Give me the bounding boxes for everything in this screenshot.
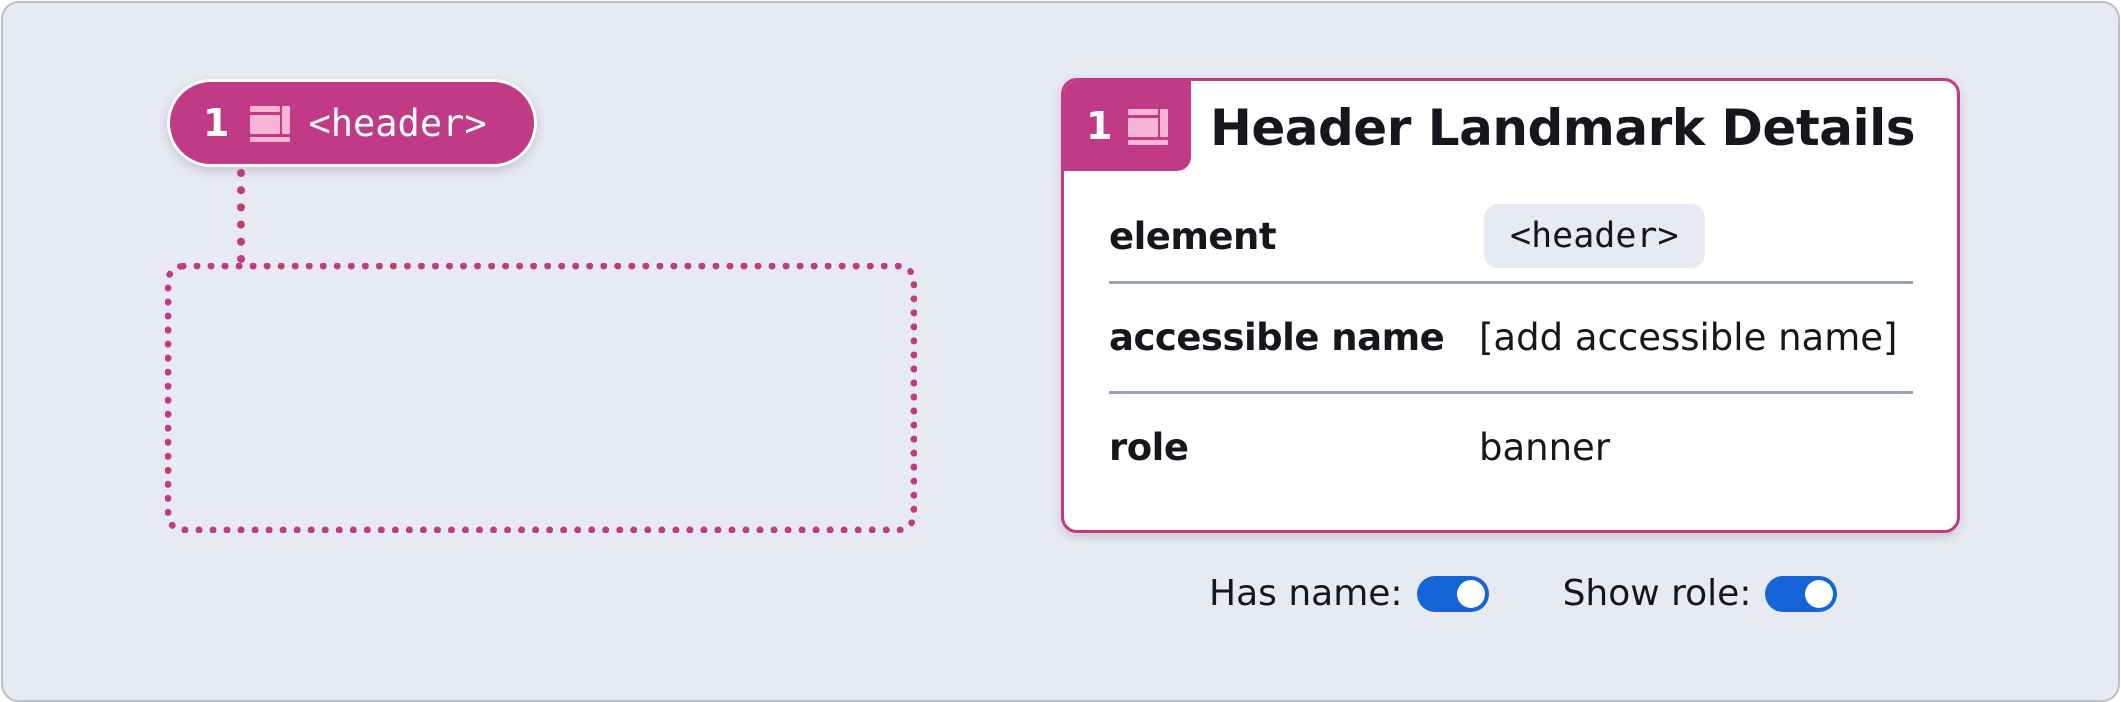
has-name-toggle[interactable] [1416, 575, 1489, 612]
row-label: accessible name [1109, 316, 1445, 359]
toggle-bar: Has name: Show role: [1209, 573, 1838, 614]
show-role-toggle[interactable] [1765, 575, 1838, 612]
landmark-connector [237, 169, 245, 263]
has-name-label: Has name: [1209, 573, 1403, 614]
canvas-frame: 1 <header> 1 Header Landmark Details ele… [1, 1, 2120, 702]
landmark-tag-label: <header> [308, 101, 487, 145]
details-number: 1 [1086, 104, 1113, 148]
landmark-region-outline[interactable] [165, 263, 917, 533]
details-row-accessible-name: accessible name [add accessible name] [1109, 284, 1913, 394]
landmark-header-icon [250, 106, 291, 142]
row-value: [add accessible name] [1479, 316, 1898, 359]
row-label: element [1109, 214, 1277, 258]
row-label: role [1109, 426, 1189, 469]
row-value: banner [1479, 426, 1611, 469]
details-row-role: role banner [1109, 394, 1913, 501]
toggle-knob [1456, 579, 1485, 608]
details-table: element <header> accessible name [add ac… [1109, 191, 1913, 501]
details-badge: 1 [1064, 81, 1191, 171]
landmark-details-card: 1 Header Landmark Details element <heade… [1061, 78, 1960, 533]
row-value: <header> [1479, 204, 1705, 268]
show-role-toggle-group: Show role: [1563, 573, 1838, 614]
details-title: Header Landmark Details [1210, 99, 1916, 157]
landmark-number: 1 [203, 101, 230, 145]
landmark-header-icon [1128, 109, 1169, 145]
element-code-chip: <header> [1484, 204, 1705, 268]
details-row-element: element <header> [1109, 191, 1913, 284]
has-name-toggle-group: Has name: [1209, 573, 1489, 614]
toggle-knob [1805, 579, 1834, 608]
show-role-label: Show role: [1562, 573, 1752, 614]
landmark-tag[interactable]: 1 <header> [167, 79, 537, 167]
